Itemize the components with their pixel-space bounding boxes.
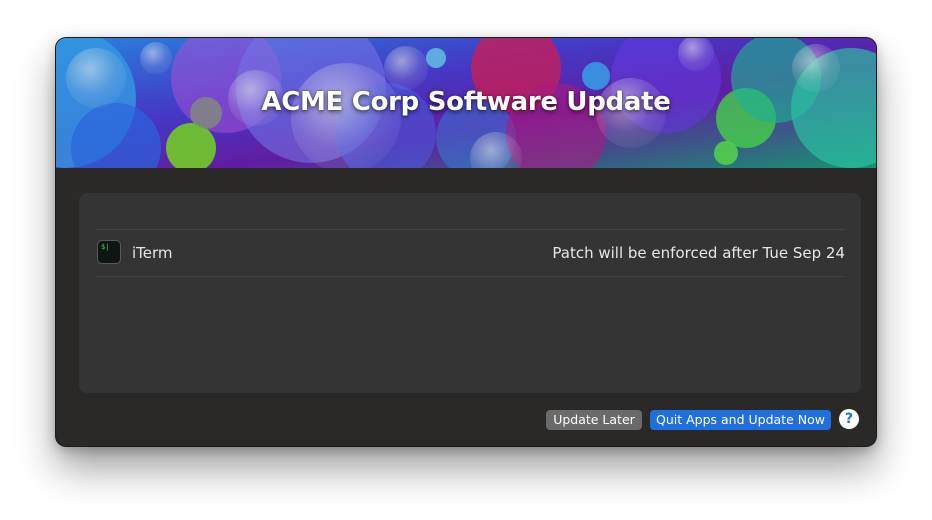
patch-status-text: Patch will be enforced after Tue Sep 24 xyxy=(552,244,845,262)
banner-title: ACME Corp Software Update xyxy=(261,87,671,117)
terminal-prompt-glyph: $| xyxy=(101,243,110,251)
quit-apps-update-now-button[interactable]: Quit Apps and Update Now xyxy=(650,410,831,430)
header-banner: ACME Corp Software Update xyxy=(56,38,876,168)
software-update-window: ACME Corp Software Update $| iTerm Patch… xyxy=(56,38,876,446)
terminal-icon: $| xyxy=(98,241,120,263)
updates-panel: $| iTerm Patch will be enforced after Tu… xyxy=(79,193,861,393)
app-name-label: iTerm xyxy=(132,244,173,262)
help-icon[interactable]: ? xyxy=(839,409,859,429)
update-row-iterm: $| iTerm Patch will be enforced after Tu… xyxy=(95,229,845,277)
update-later-button[interactable]: Update Later xyxy=(546,410,642,430)
